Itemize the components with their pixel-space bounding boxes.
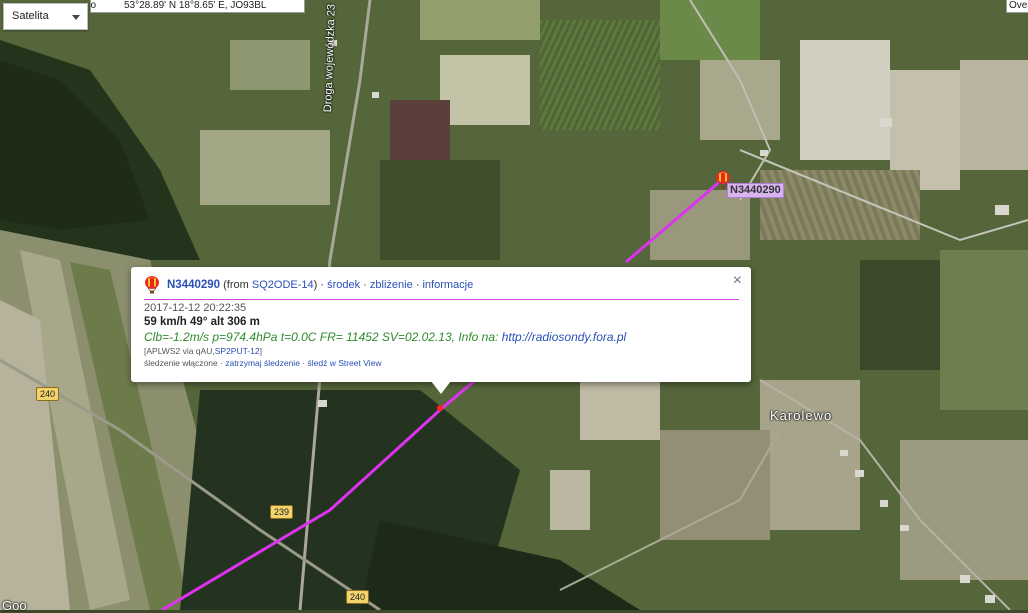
- info-link[interactable]: informacje: [422, 279, 473, 291]
- road-shield-239: 239: [270, 505, 294, 519]
- tracking-status: śledzenie włączone: [144, 358, 218, 368]
- google-logo: Goo: [2, 598, 27, 613]
- map-type-label: Satelita: [12, 10, 49, 22]
- info-header: N3440290 (from SQ2ODE-14) · środek · zbl…: [144, 275, 739, 295]
- speed-course-altitude: 59 km/h 49° alt 306 m: [144, 316, 260, 328]
- path-prefix: [APLWS2 via qAU,: [144, 346, 215, 356]
- stop-tracking-link[interactable]: zatrzymaj śledzenie: [225, 358, 300, 368]
- road-shield-240: 240: [36, 387, 60, 401]
- comment-text: Clb=-1.2m/s p=974.4hPa t=0.0C FR= 11452 …: [144, 330, 502, 344]
- comment-line: Clb=-1.2m/s p=974.4hPa t=0.0C FR= 11452 …: [144, 330, 739, 345]
- street-view-link[interactable]: śledź w Street View: [307, 358, 381, 368]
- separator: ·: [317, 279, 328, 291]
- zoom-link[interactable]: zbliżenie: [370, 279, 413, 291]
- town-label-karolewo: Karolewo: [770, 408, 833, 423]
- separator: ·: [360, 279, 370, 291]
- close-icon[interactable]: ×: [733, 272, 742, 290]
- road-shield-240-south: 240: [346, 590, 370, 604]
- igate-link[interactable]: SP2PUT-12: [215, 346, 260, 356]
- timestamp: 2017-12-12 20:22:35: [144, 302, 247, 314]
- coordinate-readout: po 53°28.89' N 18°8.65' E, JO93BL: [90, 0, 305, 13]
- comment-url-link[interactable]: http://radiosondy.fora.pl: [502, 330, 627, 344]
- balloon-info-window: × N3440290 (from SQ2ODE-14) · środek · z…: [131, 267, 751, 394]
- balloon-marker-label[interactable]: N3440290: [727, 183, 784, 198]
- path-suffix: ]: [259, 346, 262, 356]
- info-window-pointer: [431, 381, 451, 394]
- coords-value: 53°28.89' N 18°8.65' E, JO93BL: [124, 0, 267, 11]
- from-station-link[interactable]: SQ2ODE-14: [252, 279, 314, 291]
- callsign-link[interactable]: N3440290: [167, 279, 220, 291]
- map-type-select[interactable]: Satelita: [3, 3, 88, 30]
- balloon-icon: [145, 276, 159, 294]
- center-link[interactable]: środek: [327, 279, 360, 291]
- overview-button[interactable]: Ove: [1006, 0, 1028, 13]
- header-divider: [144, 299, 739, 300]
- packet-path: [APLWS2 via qAU,SP2PUT-12]: [144, 345, 739, 357]
- coords-prefix: po: [90, 0, 97, 11]
- tracking-controls: śledzenie włączone · zatrzymaj śledzenie…: [144, 357, 739, 370]
- chevron-down-icon: [72, 15, 80, 20]
- from-text: (from: [223, 279, 252, 291]
